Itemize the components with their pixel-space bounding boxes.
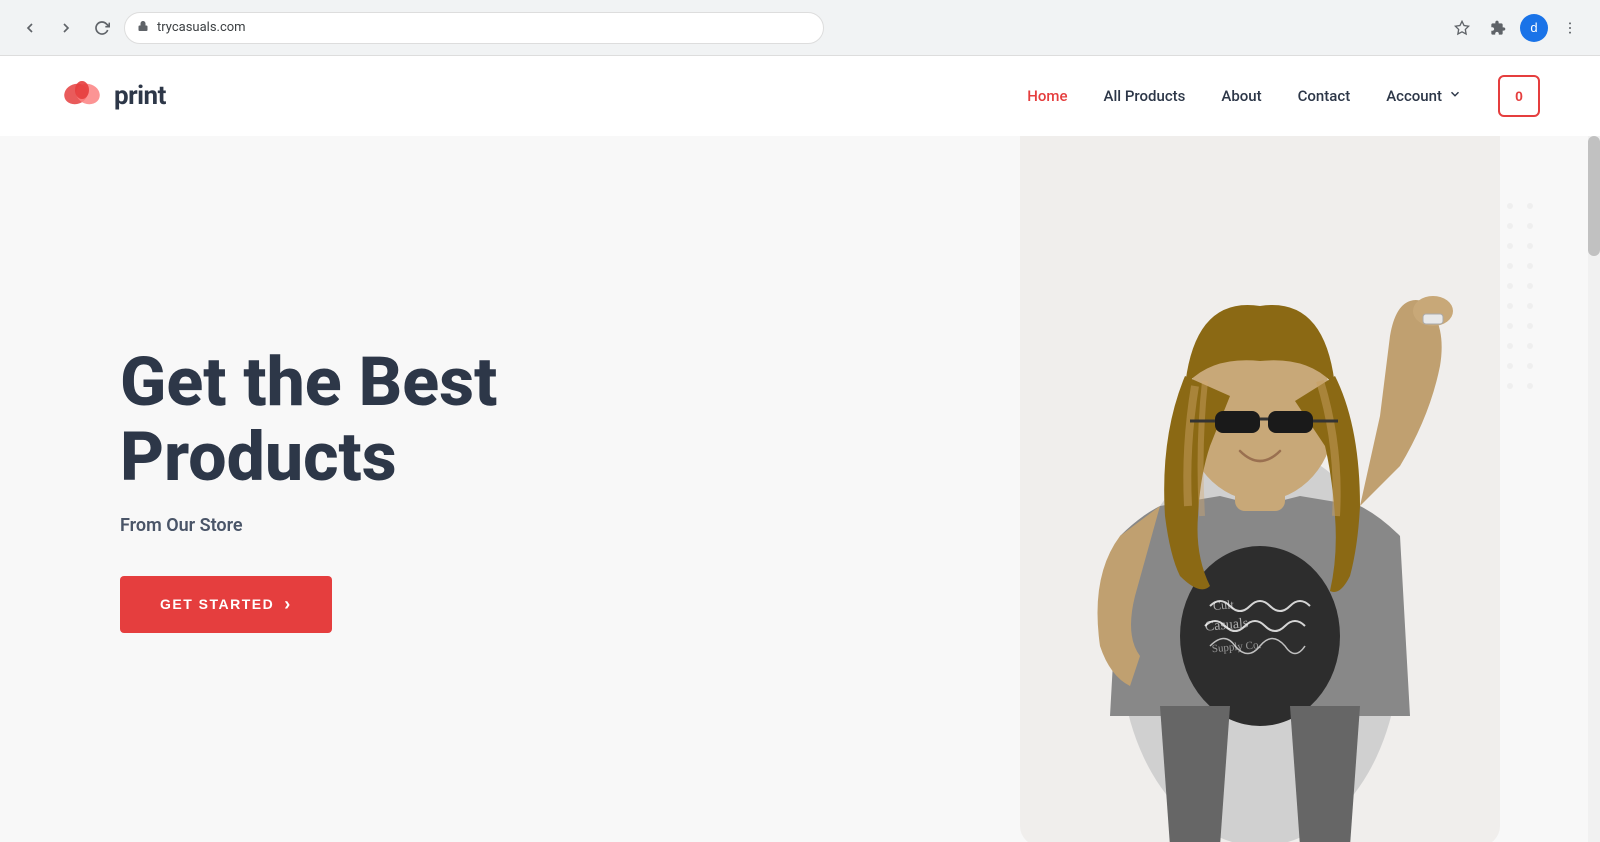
account-label: Account xyxy=(1386,87,1442,105)
menu-button[interactable] xyxy=(1556,14,1584,42)
navbar: print Home All Products About Contact Ac… xyxy=(0,56,1600,136)
hero-content: Get the Best Products From Our Store GET… xyxy=(0,345,497,633)
browser-right-controls: d xyxy=(1448,14,1584,42)
back-button[interactable] xyxy=(16,14,44,42)
hero-section: Get the Best Products From Our Store GET… xyxy=(0,136,1600,842)
get-started-button[interactable]: GET STARTED › xyxy=(120,576,332,633)
scrollbar[interactable] xyxy=(1588,136,1600,842)
user-avatar-button[interactable]: d xyxy=(1520,14,1548,42)
hero-title: Get the Best Products xyxy=(120,345,497,495)
logo[interactable]: print xyxy=(60,74,166,118)
arrow-icon: › xyxy=(284,594,292,615)
svg-text:Cult: Cult xyxy=(1212,597,1234,613)
website-content: print Home All Products About Contact Ac… xyxy=(0,56,1600,842)
lock-icon xyxy=(137,20,149,35)
hero-fashion-image: Cult Casuals Supply Co. xyxy=(1020,136,1500,842)
nav-home[interactable]: Home xyxy=(1027,87,1067,105)
bookmark-button[interactable] xyxy=(1448,14,1476,42)
scrollbar-thumb[interactable] xyxy=(1588,136,1600,256)
cart-count: 0 xyxy=(1515,88,1523,104)
forward-button[interactable] xyxy=(52,14,80,42)
nav-all-products[interactable]: All Products xyxy=(1104,87,1186,105)
hero-image-area: Cult Casuals Supply Co. xyxy=(640,136,1600,842)
reload-button[interactable] xyxy=(88,14,116,42)
logo-text: print xyxy=(114,81,166,111)
url-text: trycasuals.com xyxy=(157,20,811,35)
extensions-button[interactable] xyxy=(1484,14,1512,42)
nav-links: Home All Products About Contact Account … xyxy=(1027,75,1540,117)
get-started-label: GET STARTED xyxy=(160,596,274,612)
account-chevron-icon xyxy=(1448,87,1462,105)
address-bar[interactable]: trycasuals.com xyxy=(124,12,824,44)
hero-subtitle: From Our Store xyxy=(120,515,497,536)
nav-account[interactable]: Account xyxy=(1386,87,1462,105)
nav-contact[interactable]: Contact xyxy=(1298,87,1351,105)
logo-icon xyxy=(60,74,104,118)
nav-about[interactable]: About xyxy=(1221,87,1261,105)
browser-chrome: trycasuals.com d xyxy=(0,0,1600,56)
cart-button[interactable]: 0 xyxy=(1498,75,1540,117)
